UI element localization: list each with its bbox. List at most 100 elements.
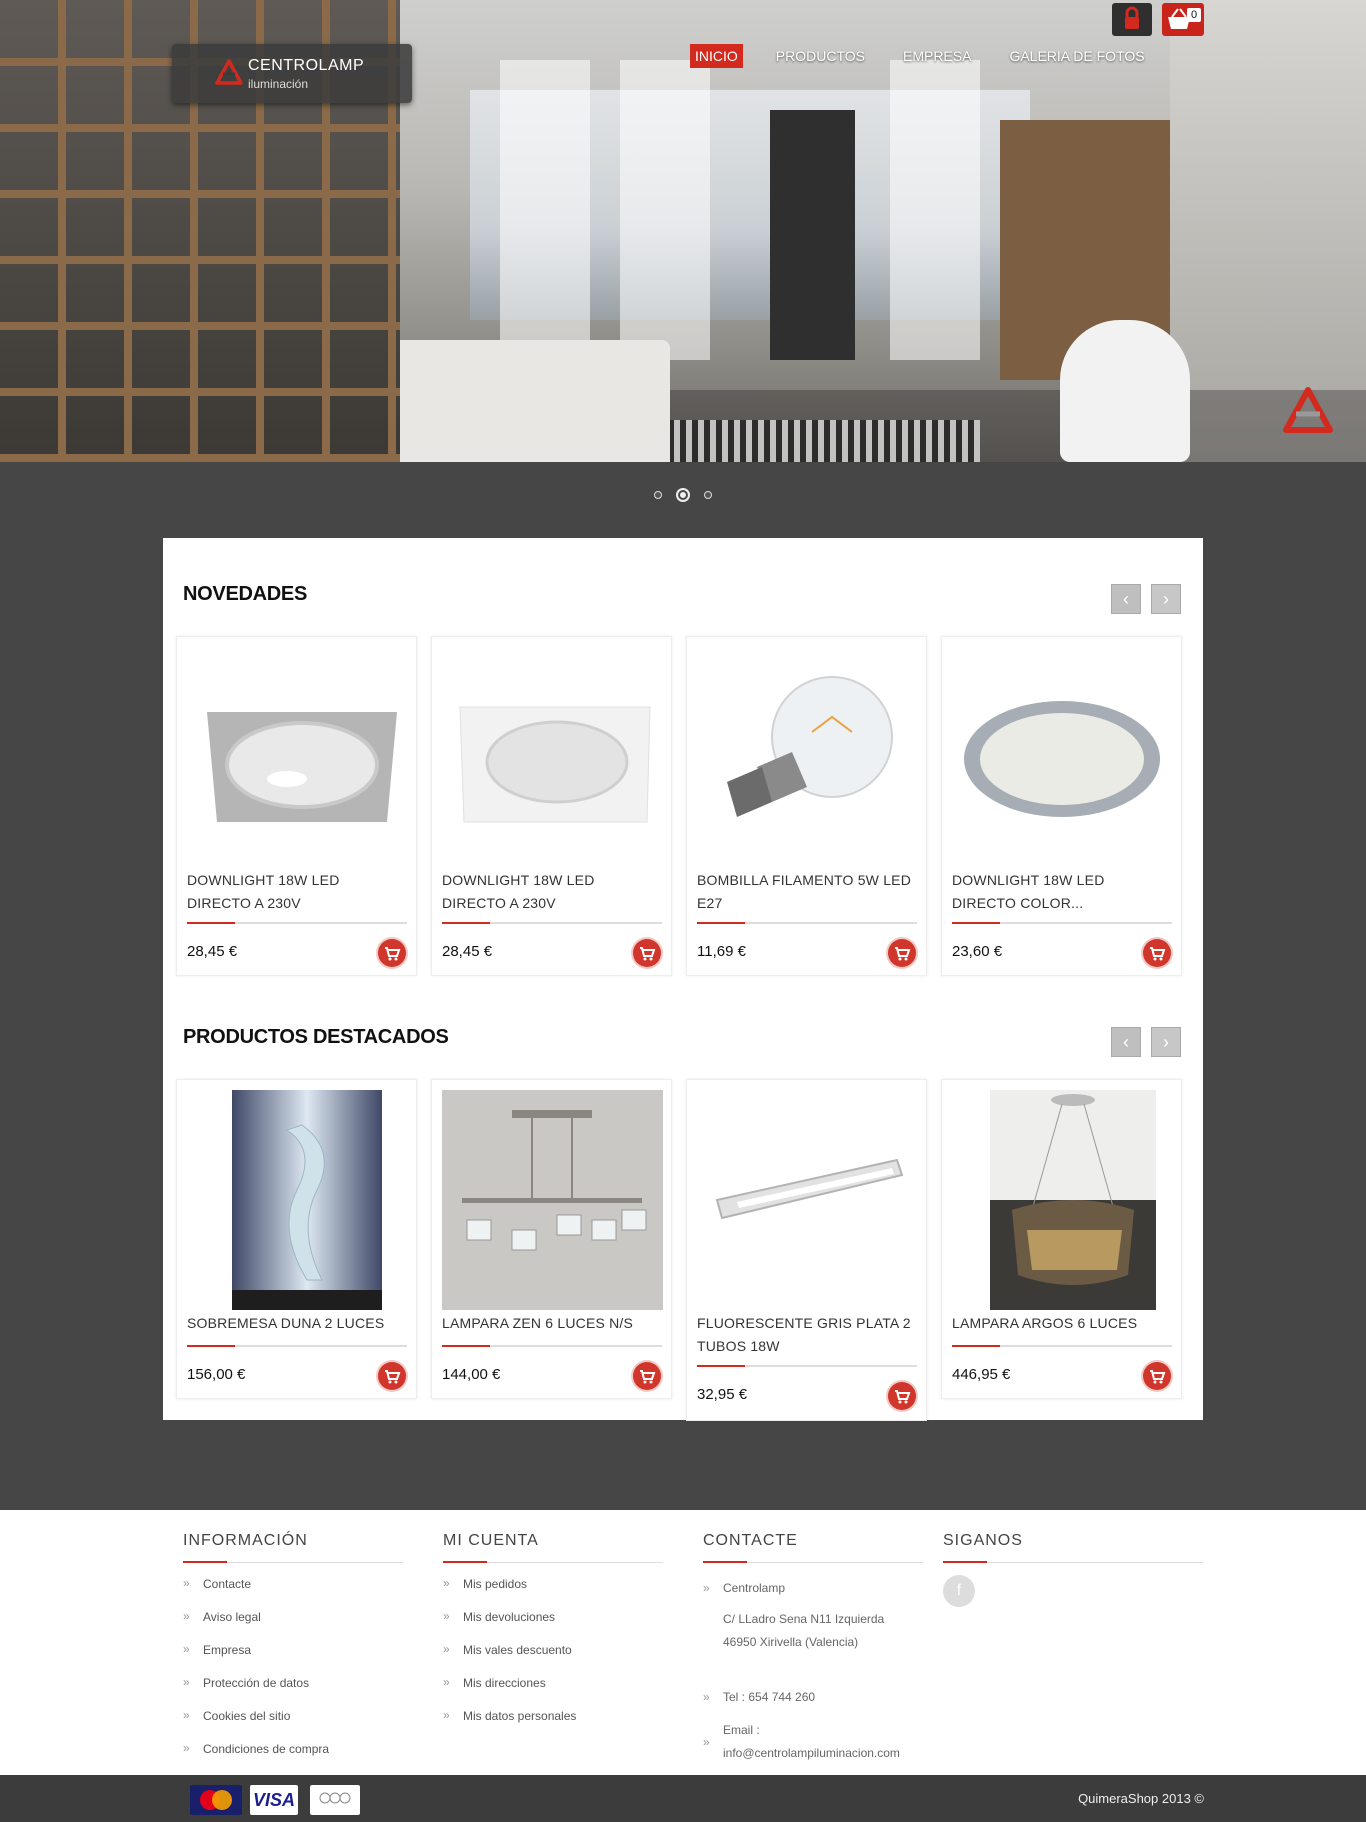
lock-icon	[1125, 6, 1139, 29]
footer-link-vales[interactable]: Mis vales descuento	[443, 1642, 663, 1676]
footer-link-aviso-legal[interactable]: Aviso legal	[183, 1609, 403, 1643]
contact-email: » Email : info@centrolampiluminacion.com	[703, 1719, 923, 1765]
footer-account-title: MI CUENTA	[443, 1532, 663, 1563]
product-image-round-downlight	[964, 701, 1160, 817]
hero-rug	[620, 420, 980, 462]
add-to-cart-button[interactable]	[378, 939, 406, 967]
footer-link-devoluciones[interactable]: Mis devoluciones	[443, 1609, 663, 1643]
product-card[interactable]: LAMPARA ZEN 6 LUCES N/S 144,00 €	[431, 1079, 672, 1399]
product-card[interactable]: BOMBILLA FILAMENTO 5W LED E27 11,69 €	[686, 636, 927, 976]
nav-inicio[interactable]: INICIO	[690, 44, 743, 68]
add-to-cart-button[interactable]	[633, 939, 661, 967]
product-name[interactable]: SOBREMESA DUNA 2 LUCES	[187, 1312, 407, 1335]
product-image-pendant-lamp	[990, 1090, 1156, 1310]
product-name[interactable]: BOMBILLA FILAMENTO 5W LED E27	[697, 869, 917, 915]
add-to-cart-button[interactable]	[888, 939, 916, 967]
slider-dot[interactable]	[654, 491, 662, 499]
cart-icon	[895, 947, 911, 961]
novedades-prev-button[interactable]: ‹	[1111, 584, 1141, 614]
cart-button[interactable]: 0	[1162, 3, 1204, 36]
footer-info: INFORMACIÓN Contacte Aviso legal Empresa…	[183, 1532, 403, 1775]
site-logo[interactable]: CENTROLAMP iluminación	[172, 44, 412, 103]
product-name[interactable]: FLUORESCENTE GRIS PLATA 2 TUBOS 18W	[697, 1312, 917, 1358]
slider-dot[interactable]	[704, 491, 712, 499]
cart-icon	[1150, 1370, 1166, 1384]
slider-dot-active[interactable]	[676, 488, 690, 502]
centrolamp-watermark-icon	[1283, 387, 1333, 433]
chevron-icon: »	[703, 1735, 710, 1749]
footer-link-cookies[interactable]: Cookies del sitio	[183, 1708, 403, 1742]
logo-name: CENTROLAMP	[248, 57, 365, 74]
cart-icon	[385, 1370, 401, 1384]
facebook-icon[interactable]: f	[943, 1575, 975, 1607]
product-divider	[952, 1345, 1172, 1347]
cart-icon	[640, 947, 656, 961]
footer-link-proteccion[interactable]: Protección de datos	[183, 1675, 403, 1709]
product-price: 11,69 €	[697, 943, 746, 960]
centrolamp-logo-icon	[215, 59, 243, 85]
product-name[interactable]: LAMPARA ZEN 6 LUCES N/S	[442, 1312, 662, 1335]
footer-link-condiciones[interactable]: Condiciones de compra	[183, 1741, 403, 1775]
hero-curtain	[620, 60, 710, 360]
product-card[interactable]: DOWNLIGHT 18W LED DIRECTO A 230V 28,45 €	[176, 636, 417, 976]
add-to-cart-button[interactable]	[378, 1362, 406, 1390]
contact-address2: 46950 Xirivella (Valencia)	[723, 1635, 859, 1649]
destacados-prev-button[interactable]: ‹	[1111, 1027, 1141, 1057]
product-name[interactable]: DOWNLIGHT 18W LED DIRECTO A 230V	[187, 869, 407, 915]
product-card[interactable]: DOWNLIGHT 18W LED DIRECTO COLOR... 23,60…	[941, 636, 1182, 976]
nav-productos[interactable]: PRODUCTOS	[771, 44, 870, 68]
contact-tel: » Tel : 654 744 260	[703, 1686, 923, 1709]
cart-icon	[640, 1370, 656, 1384]
product-divider	[187, 1345, 407, 1347]
nav-empresa[interactable]: EMPRESA	[898, 44, 976, 68]
hero-slider[interactable]: CENTROLAMP iluminación INICIO PRODUCTOS …	[0, 0, 1366, 462]
contact-company: » Centrolamp	[703, 1577, 923, 1600]
cart-icon	[385, 947, 401, 961]
footer-link-contacte[interactable]: Contacte	[183, 1576, 403, 1610]
logo-subtitle: iluminación	[248, 77, 309, 91]
hero-dark-wall	[770, 110, 855, 360]
product-price: 28,45 €	[442, 943, 493, 960]
footer-info-title: INFORMACIÓN	[183, 1532, 403, 1563]
destacados-list: SOBREMESA DUNA 2 LUCES 156,00 € LAMPARA …	[176, 1079, 1182, 1421]
add-to-cart-button[interactable]	[633, 1362, 661, 1390]
main-nav: INICIO PRODUCTOS EMPRESA GALERIA DE FOTO…	[690, 44, 1178, 68]
novedades-next-button[interactable]: ›	[1151, 584, 1181, 614]
novedades-list: DOWNLIGHT 18W LED DIRECTO A 230V 28,45 €…	[176, 636, 1182, 976]
contact-email-label: Email :	[723, 1723, 760, 1737]
product-price: 32,95 €	[697, 1386, 748, 1403]
login-button[interactable]	[1112, 3, 1152, 36]
footer-link-pedidos[interactable]: Mis pedidos	[443, 1576, 663, 1610]
product-price: 144,00 €	[442, 1366, 501, 1383]
footer-social: SIGANOS f	[943, 1532, 1203, 1607]
chevron-icon: »	[703, 1690, 710, 1704]
product-divider	[187, 922, 407, 924]
product-card[interactable]: DOWNLIGHT 18W LED DIRECTO A 230V 28,45 €	[431, 636, 672, 976]
product-name[interactable]: DOWNLIGHT 18W LED DIRECTO COLOR...	[952, 869, 1172, 915]
product-image-downlight	[459, 706, 651, 823]
product-card[interactable]: FLUORESCENTE GRIS PLATA 2 TUBOS 18W 32,9…	[686, 1079, 927, 1421]
product-price: 446,95 €	[952, 1366, 1011, 1383]
destacados-next-button[interactable]: ›	[1151, 1027, 1181, 1057]
hero-chair	[1060, 320, 1190, 462]
product-name[interactable]: DOWNLIGHT 18W LED DIRECTO A 230V	[442, 869, 662, 915]
contact-email-link[interactable]: info@centrolampiluminacion.com	[723, 1742, 923, 1765]
add-to-cart-button[interactable]	[888, 1382, 916, 1410]
visa-logo: VISA	[250, 1785, 298, 1815]
mastercard-logo	[190, 1785, 242, 1815]
footer-link-datos[interactable]: Mis datos personales	[443, 1708, 663, 1742]
product-name[interactable]: LAMPARA ARGOS 6 LUCES	[952, 1312, 1172, 1335]
product-card[interactable]: LAMPARA ARGOS 6 LUCES 446,95 €	[941, 1079, 1182, 1399]
cart-count: 0	[1187, 8, 1201, 22]
bottom-bar: VISA QuimeraShop 2013 ©	[0, 1775, 1366, 1822]
add-to-cart-button[interactable]	[1143, 1362, 1171, 1390]
slider-pagination	[0, 488, 1366, 502]
add-to-cart-button[interactable]	[1143, 939, 1171, 967]
footer-link-empresa[interactable]: Empresa	[183, 1642, 403, 1676]
product-divider	[442, 922, 662, 924]
products-panel: NOVEDADES ‹ › DOWNLIGHT 18W LED DIRECTO …	[163, 538, 1203, 1421]
nav-galeria[interactable]: GALERIA DE FOTOS	[1004, 44, 1149, 68]
product-image-downlight	[207, 712, 397, 822]
footer-link-direcciones[interactable]: Mis direcciones	[443, 1675, 663, 1709]
product-card[interactable]: SOBREMESA DUNA 2 LUCES 156,00 €	[176, 1079, 417, 1399]
